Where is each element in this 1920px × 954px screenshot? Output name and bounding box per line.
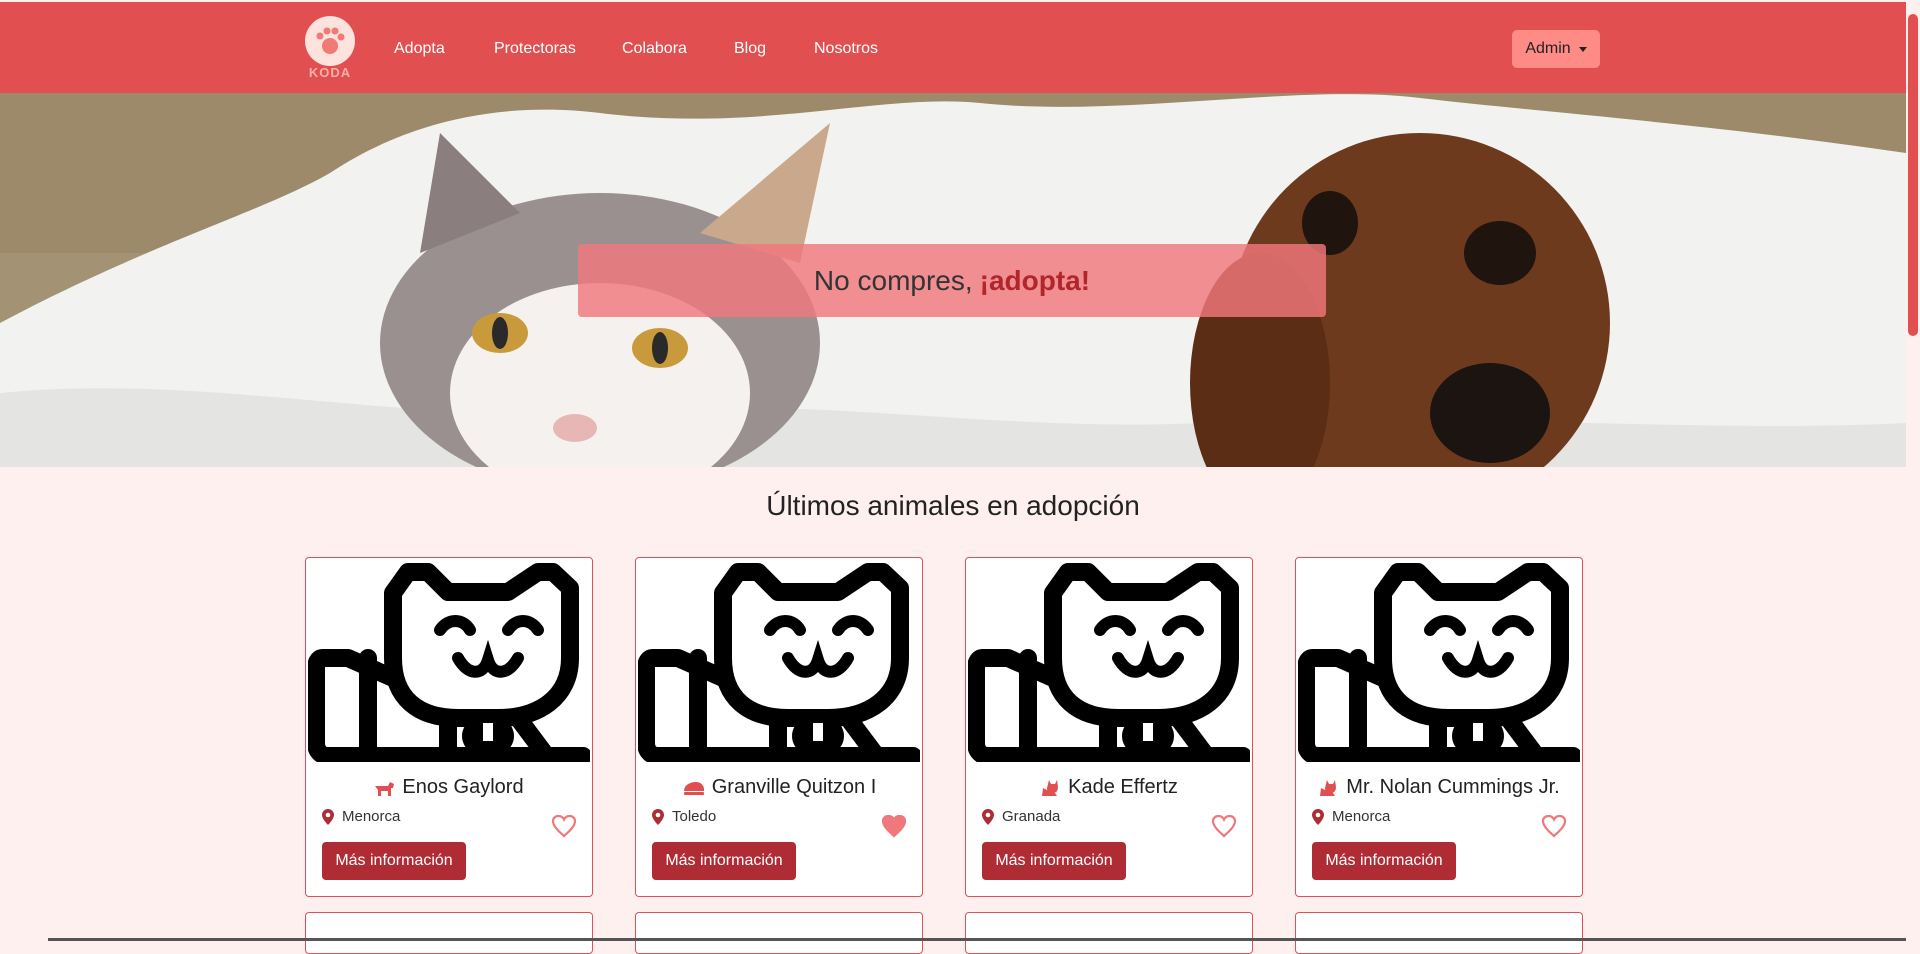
dog-icon: [375, 781, 395, 796]
hero-slogan: No compres, ¡adopta!: [578, 244, 1326, 317]
card-peek: [635, 912, 923, 954]
nav-link-blog[interactable]: Blog: [734, 40, 766, 58]
location-text: Toledo: [672, 808, 717, 825]
card-peek: [965, 912, 1253, 954]
hero-banner-image: No compres, ¡adopta!: [0, 93, 1906, 467]
animal-location: Granada: [982, 808, 1060, 825]
animal-name-row: Kade Effertz: [966, 776, 1252, 799]
animal-name-row: Granville Quitzon I: [636, 776, 922, 799]
nav-link-nosotros[interactable]: Nosotros: [814, 40, 878, 58]
nav-link-colabora[interactable]: Colabora: [622, 40, 687, 58]
navbar: KODA Adopta Protectoras Colabora Blog No…: [0, 2, 1906, 93]
card-peek: [1295, 912, 1583, 954]
logo-text: KODA: [308, 65, 352, 80]
animal-location: Menorca: [322, 808, 400, 825]
animal-card: Enos Gaylord Menorca Más información: [305, 557, 593, 897]
animal-location: Menorca: [1312, 808, 1390, 825]
animal-name: Mr. Nolan Cummings Jr.: [1346, 776, 1560, 798]
location-pin-icon: [982, 808, 994, 825]
animal-name: Kade Effertz: [1068, 776, 1178, 798]
animal-card: Mr. Nolan Cummings Jr. Menorca Más infor…: [1295, 557, 1583, 897]
rodent-icon: [683, 781, 704, 795]
more-info-button[interactable]: Más información: [982, 842, 1126, 880]
cat-icon: [1320, 779, 1337, 796]
location-text: Menorca: [342, 808, 401, 825]
animal-location: Toledo: [652, 808, 716, 825]
location-pin-icon: [322, 808, 334, 825]
hero-slogan-accent: ¡adopta!: [979, 264, 1091, 296]
animal-name-row: Enos Gaylord: [306, 776, 592, 799]
animal-card: Granville Quitzon I Toledo Más informaci…: [635, 557, 923, 897]
animal-card: Kade Effertz Granada Más información: [965, 557, 1253, 897]
animal-placeholder-image: [637, 558, 922, 767]
more-info-button[interactable]: Más información: [1312, 842, 1456, 880]
animal-placeholder-image: [307, 558, 592, 767]
animal-placeholder-image: [1297, 558, 1582, 767]
nav-link-protectoras[interactable]: Protectoras: [494, 40, 576, 58]
cat-icon: [1042, 779, 1059, 796]
more-info-button[interactable]: Más información: [322, 842, 466, 880]
more-info-button[interactable]: Más información: [652, 842, 796, 880]
koda-logo[interactable]: [305, 16, 355, 66]
location-pin-icon: [652, 808, 664, 825]
scrollbar-thumb[interactable]: [1908, 14, 1918, 336]
animal-name-row: Mr. Nolan Cummings Jr.: [1296, 776, 1582, 799]
animal-name: Enos Gaylord: [402, 776, 524, 798]
animal-placeholder-image: [967, 558, 1252, 767]
admin-label: Admin: [1525, 40, 1571, 57]
animal-name: Granville Quitzon I: [711, 776, 877, 798]
card-peek: [305, 912, 593, 954]
nav-link-adopta[interactable]: Adopta: [394, 40, 445, 58]
hero-slogan-plain: No compres,: [813, 264, 973, 296]
admin-dropdown-button[interactable]: Admin: [1512, 30, 1600, 68]
location-pin-icon: [1312, 808, 1324, 825]
section-title: Últimos animales en adopción: [766, 490, 1140, 521]
caret-down-icon: [1578, 46, 1587, 52]
favorite-heart-icon[interactable]: [1541, 814, 1567, 838]
favorite-heart-icon[interactable]: [551, 814, 577, 838]
favorite-heart-icon[interactable]: [1211, 814, 1237, 838]
paw-icon: [316, 27, 345, 54]
favorite-heart-icon[interactable]: [881, 814, 907, 838]
location-text: Granada: [1002, 808, 1061, 825]
location-text: Menorca: [1332, 808, 1391, 825]
